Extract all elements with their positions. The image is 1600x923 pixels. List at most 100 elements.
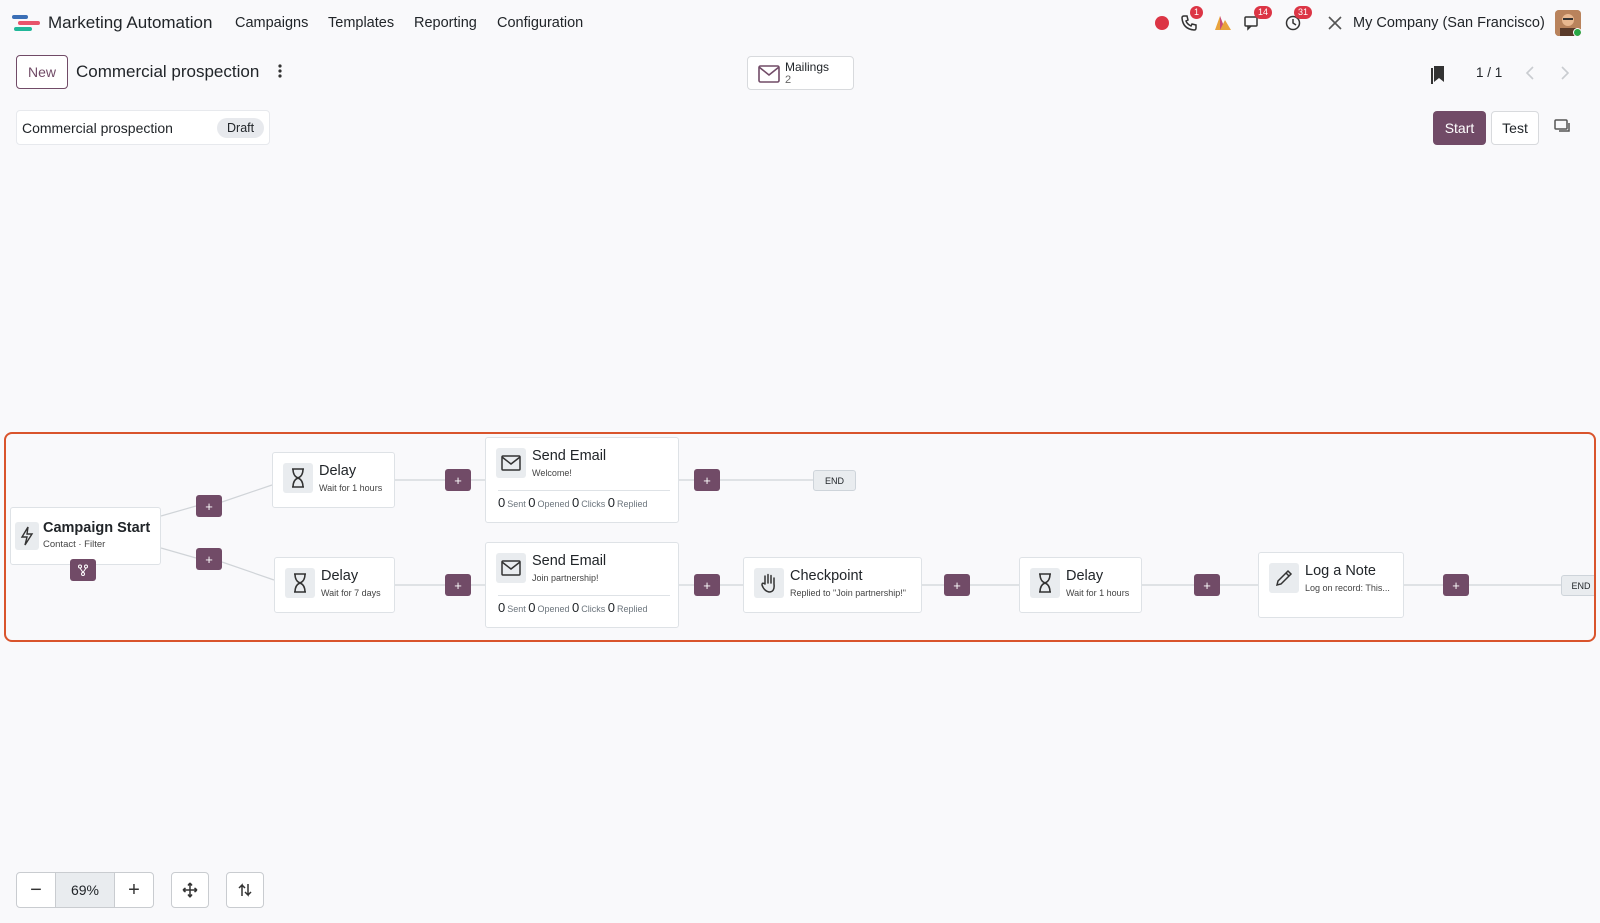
pager-next-button[interactable] — [1549, 58, 1581, 88]
menu-campaigns[interactable]: Campaigns — [235, 15, 308, 31]
clock-icon[interactable]: 31 — [1282, 6, 1313, 34]
envelope-icon — [496, 553, 526, 583]
node-title: Send Email — [532, 448, 607, 464]
menu-templates[interactable]: Templates — [328, 15, 394, 31]
node-title: Delay — [319, 463, 357, 479]
hourglass-icon — [1030, 568, 1060, 598]
tools-icon[interactable] — [1324, 12, 1346, 34]
pencil-icon — [1269, 563, 1299, 593]
chevron-right-icon — [1561, 66, 1570, 80]
node-subtitle: Wait for 1 hours — [319, 483, 383, 493]
opened-label: Opened — [537, 499, 570, 509]
workflow-canvas[interactable]: Campaign Start Contact · Filter + + Dela… — [4, 432, 1596, 642]
new-button[interactable]: New — [16, 55, 68, 89]
chat-icon[interactable]: 14 — [1242, 6, 1273, 34]
add-step-button[interactable]: + — [196, 548, 222, 570]
campaign-start-node[interactable]: Campaign Start Contact · Filter — [10, 507, 161, 565]
record-dot-icon[interactable] — [1151, 12, 1173, 34]
checkpoint-node[interactable]: Checkpoint Replied to "Join partnership!… — [743, 557, 922, 613]
sent-count: 0 — [498, 495, 506, 510]
opened-count: 0 — [528, 495, 536, 510]
messages-badge: 14 — [1254, 6, 1273, 19]
add-step-button[interactable]: + — [1443, 574, 1469, 596]
add-step-button[interactable]: + — [196, 495, 222, 517]
delay-node[interactable]: Delay Wait for 1 hours — [1019, 557, 1142, 613]
send-email-node[interactable]: Send Email Welcome! 0 Sent 0 Opened 0 Click… — [485, 437, 679, 523]
status-badge: Draft — [217, 118, 265, 138]
clicks-count: 0 — [572, 600, 580, 615]
opened-label: Opened — [537, 604, 570, 614]
end-marker: END — [1561, 575, 1594, 596]
actions-menu-icon[interactable] — [275, 63, 285, 79]
clicks-label: Clicks — [581, 604, 606, 614]
pager-value[interactable]: 1 / 1 — [1476, 65, 1502, 80]
node-subtitle: Wait for 1 hours — [1066, 588, 1130, 598]
node-subtitle: Welcome! — [532, 468, 572, 478]
marketing-automation-logo-icon[interactable] — [12, 12, 40, 34]
node-title: Send Email — [532, 553, 607, 569]
add-step-button[interactable]: + — [694, 469, 720, 491]
breadcrumb-record-title: Commercial prospection — [76, 62, 260, 81]
replied-label: Replied — [617, 499, 648, 509]
chatter-toggle-icon[interactable] — [1554, 118, 1572, 136]
swap-arrows-icon — [238, 883, 252, 897]
sent-label: Sent — [507, 604, 526, 614]
menu-configuration[interactable]: Configuration — [497, 15, 583, 31]
zoom-in-button[interactable]: + — [115, 873, 153, 907]
campaign-start-title: Campaign Start — [43, 520, 151, 536]
send-email-node[interactable]: Send Email Join partnership! 0 Sent 0 Open… — [485, 542, 679, 628]
mailings-label: Mailings — [785, 60, 830, 74]
add-step-button[interactable]: + — [944, 574, 970, 596]
lightning-bolt-icon — [15, 522, 39, 550]
envelope-icon — [758, 65, 780, 83]
pager-previous-button[interactable] — [1514, 58, 1546, 88]
add-branch-button[interactable] — [70, 559, 96, 581]
online-status-dot — [1573, 28, 1581, 36]
mailings-count: 2 — [785, 74, 792, 86]
phone-icon[interactable]: 1 — [1178, 6, 1204, 34]
zoom-level: 69% — [55, 873, 115, 907]
ai-icon[interactable] — [1212, 12, 1234, 34]
end-marker: END — [813, 470, 856, 491]
log-note-node[interactable]: Log a Note Log on record: This... — [1258, 552, 1404, 618]
node-subtitle: Log on record: This... — [1305, 583, 1390, 593]
delay-node[interactable]: Delay Wait for 7 days — [274, 557, 395, 613]
start-button[interactable]: Start — [1433, 111, 1486, 145]
campaign-name: Commercial prospection — [22, 120, 173, 136]
chevron-left-icon — [1525, 66, 1534, 80]
add-step-button[interactable]: + — [694, 574, 720, 596]
mailings-smart-button[interactable]: Mailings 2 — [747, 56, 854, 90]
node-subtitle: Wait for 7 days — [321, 588, 381, 598]
node-title: Delay — [321, 568, 359, 584]
replied-count: 0 — [607, 495, 616, 510]
add-step-button[interactable]: + — [445, 469, 471, 491]
branch-icon — [78, 564, 88, 576]
bookmark-icon[interactable] — [1430, 64, 1446, 84]
company-switcher[interactable]: My Company (San Francisco) — [1353, 15, 1545, 31]
node-title: Delay — [1066, 568, 1104, 584]
phone-badge: 1 — [1190, 6, 1204, 19]
test-button[interactable]: Test — [1491, 111, 1539, 145]
email-stats: 0 Sent 0 Opened 0 Clicks 0 Replied — [498, 595, 670, 615]
activities-badge: 31 — [1294, 6, 1313, 19]
node-title: Checkpoint — [790, 568, 863, 584]
node-subtitle: Join partnership! — [532, 573, 599, 583]
campaign-name-field[interactable]: Commercial prospection Draft — [16, 110, 270, 145]
email-stats: 0 Sent 0 Opened 0 Clicks 0 Replied — [498, 490, 670, 510]
fit-to-screen-button[interactable] — [171, 872, 209, 908]
hand-icon — [754, 568, 784, 598]
zoom-out-button[interactable]: − — [17, 873, 55, 907]
add-step-button[interactable]: + — [445, 574, 471, 596]
hourglass-icon — [283, 463, 313, 493]
app-name[interactable]: Marketing Automation — [48, 13, 212, 33]
replied-label: Replied — [617, 604, 648, 614]
clicks-count: 0 — [572, 495, 580, 510]
top-navbar: Marketing Automation Campaigns Templates… — [0, 0, 1600, 46]
campaign-start-subtitle: Contact · Filter — [43, 539, 106, 550]
toggle-orientation-button[interactable] — [226, 872, 264, 908]
node-title: Log a Note — [1305, 563, 1376, 579]
user-avatar[interactable] — [1555, 10, 1581, 36]
delay-node[interactable]: Delay Wait for 1 hours — [272, 452, 395, 508]
menu-reporting[interactable]: Reporting — [414, 15, 477, 31]
add-step-button[interactable]: + — [1194, 574, 1220, 596]
